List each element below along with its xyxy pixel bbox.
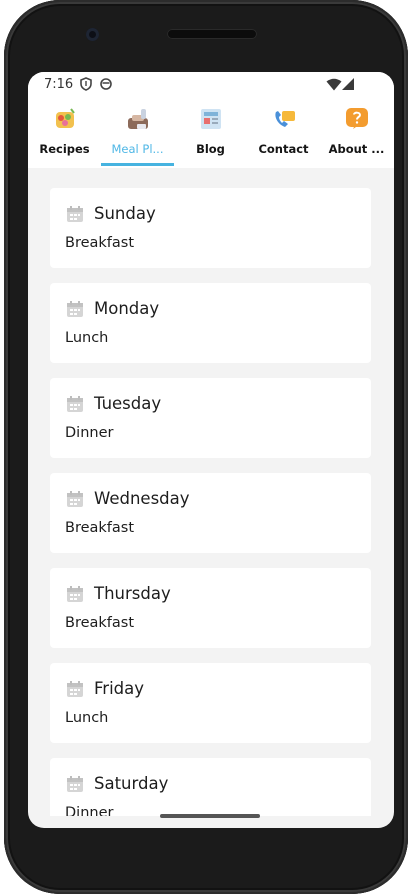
meal-card[interactable]: Tuesday Dinner (50, 378, 371, 458)
meal-card[interactable]: Sunday Breakfast (50, 188, 371, 268)
front-camera (86, 28, 99, 41)
calendar-icon (67, 491, 83, 507)
day-label: Friday (94, 679, 145, 698)
calendar-icon (67, 396, 83, 412)
tab-contact[interactable]: Contact (247, 98, 320, 168)
meal-card[interactable]: Friday Lunch (50, 663, 371, 743)
tab-about[interactable]: About ... (320, 98, 393, 168)
meal-label: Dinner (65, 805, 114, 816)
status-time: 7:16 (44, 77, 74, 92)
tab-label: About ... (328, 142, 385, 156)
calendar-icon (67, 586, 83, 602)
earpiece-speaker (167, 29, 257, 39)
wifi-icon (326, 78, 342, 91)
day-label: Wednesday (94, 489, 190, 508)
active-tab-indicator (101, 163, 174, 166)
day-label: Tuesday (94, 394, 162, 413)
meal-label: Lunch (65, 330, 109, 346)
day-label: Monday (94, 299, 160, 318)
meal-card[interactable]: Saturday Dinner (50, 758, 371, 816)
tab-meal-plan[interactable]: Meal Pl... (101, 98, 174, 168)
meal-label: Dinner (65, 425, 114, 441)
meal-card[interactable]: Monday Lunch (50, 283, 371, 363)
home-indicator[interactable] (160, 814, 260, 818)
salad-icon (56, 108, 75, 128)
calendar-icon (67, 206, 83, 222)
meal-card[interactable]: Thursday Breakfast (50, 568, 371, 648)
phone-frame: 7:16 Recipes Meal Pl... Blog Contact Abo… (4, 0, 408, 894)
calendar-icon (67, 776, 83, 792)
status-bar: 7:16 (28, 72, 394, 98)
day-label: Thursday (94, 584, 171, 603)
shield-icon (80, 77, 92, 91)
calendar-icon (67, 301, 83, 317)
meal-plan-icon (128, 109, 148, 129)
day-label: Saturday (94, 774, 169, 793)
notification-app-icon (100, 78, 112, 90)
signal-icon (342, 78, 354, 90)
tab-bar: Recipes Meal Pl... Blog Contact About ..… (28, 98, 394, 168)
tab-label: Contact (258, 142, 309, 156)
tab-blog[interactable]: Blog (174, 98, 247, 168)
question-icon (346, 108, 368, 129)
newspaper-icon (201, 109, 221, 129)
meal-label: Lunch (65, 710, 109, 726)
meal-label: Breakfast (65, 235, 135, 251)
tab-label: Meal Pl... (111, 142, 164, 156)
tab-recipes[interactable]: Recipes (28, 98, 101, 168)
day-label: Sunday (94, 204, 156, 223)
meal-card[interactable]: Wednesday Breakfast (50, 473, 371, 553)
meal-plan-list[interactable]: Sunday Breakfast Monday Lunch Tuesday Di… (28, 168, 394, 816)
tab-label: Recipes (39, 142, 90, 156)
calendar-icon (67, 681, 83, 697)
meal-label: Breakfast (65, 520, 135, 536)
meal-label: Breakfast (65, 615, 135, 631)
app-screen: 7:16 Recipes Meal Pl... Blog Contact Abo… (28, 72, 394, 828)
tab-label: Blog (196, 142, 225, 156)
phone-message-icon (275, 111, 295, 127)
